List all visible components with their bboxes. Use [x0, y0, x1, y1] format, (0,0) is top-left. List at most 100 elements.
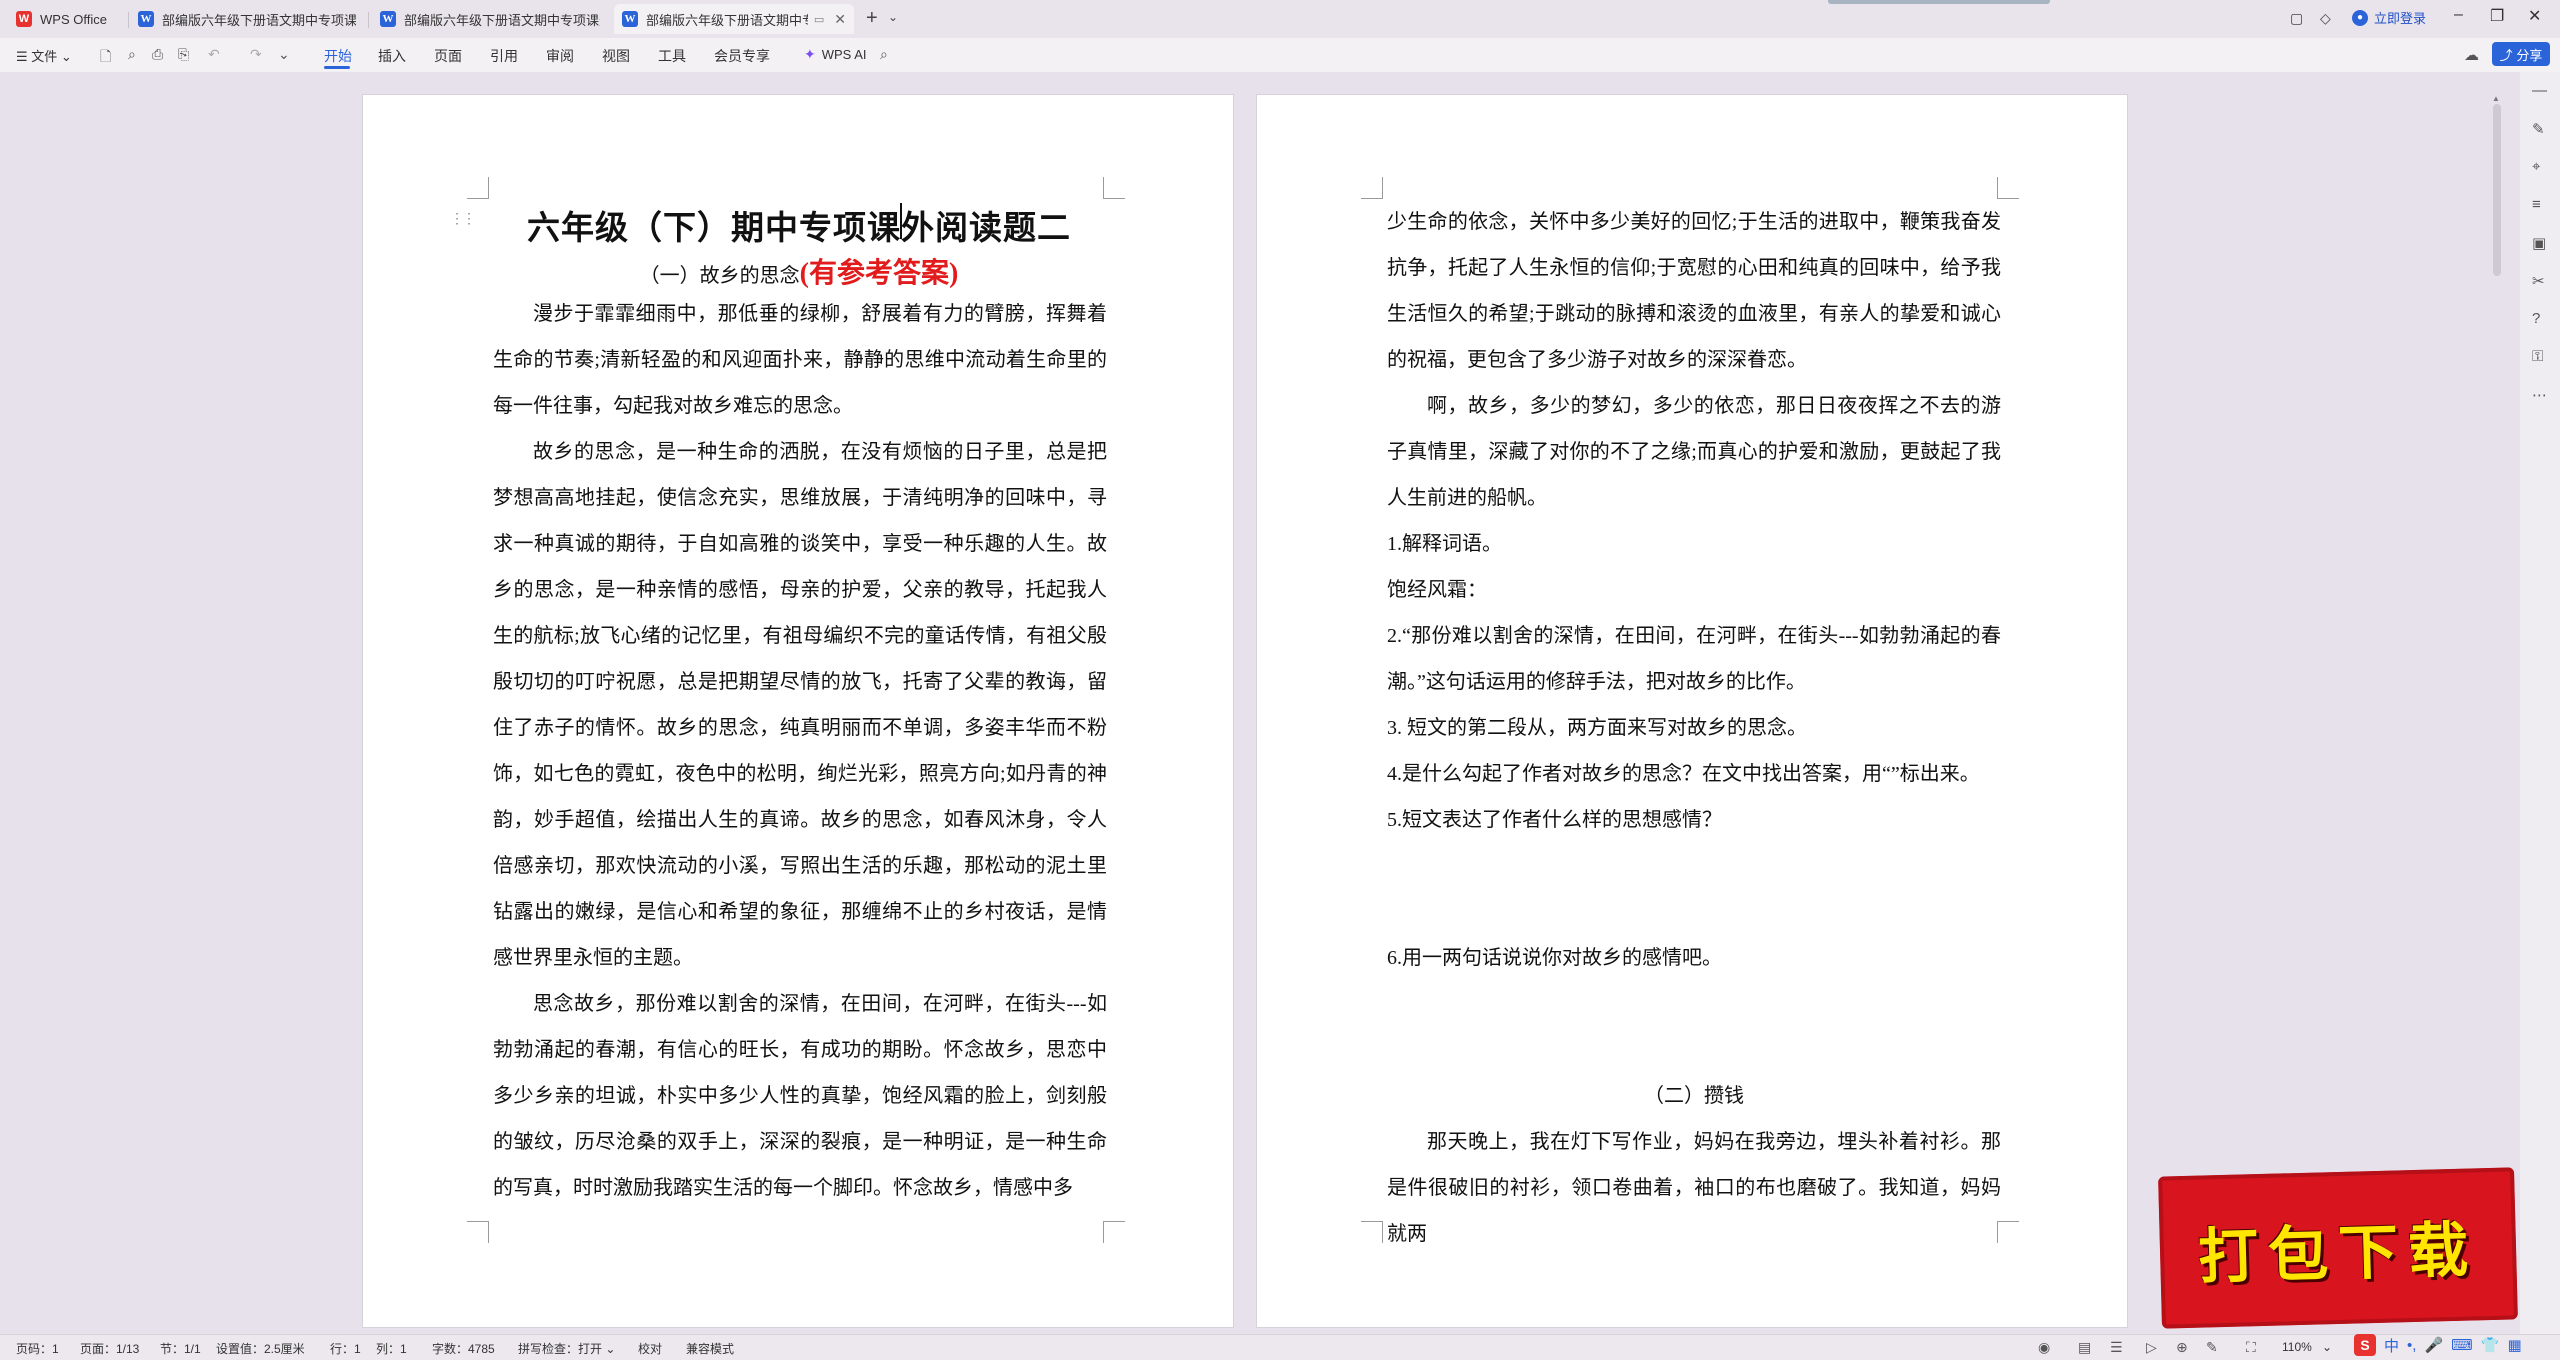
- section-heading[interactable]: （一）故乡的思念(有参考答案): [363, 251, 1235, 291]
- menu-member[interactable]: 会员专享: [714, 46, 770, 66]
- wps-logo-icon: W: [16, 11, 32, 27]
- minimize-icon[interactable]: –: [2454, 6, 2463, 24]
- crop-mark: [1361, 177, 1383, 199]
- share-icon: ⤴: [2499, 47, 2513, 63]
- redo-icon[interactable]: ↷: [250, 46, 262, 63]
- ime-mode-label: 中: [2384, 1337, 2400, 1355]
- file-menu-label: 文件: [31, 49, 58, 64]
- search-icon[interactable]: ⌕: [880, 46, 888, 63]
- keyboard-icon: ⌨: [2451, 1337, 2473, 1354]
- file-menu[interactable]: ☰ 文件 ⌄: [16, 46, 72, 65]
- fit-page-icon[interactable]: ⛶: [2246, 1339, 2256, 1356]
- gift-icon[interactable]: ⚿: [2532, 348, 2543, 365]
- edit-icon[interactable]: ✎: [2206, 1339, 2218, 1356]
- menu-review[interactable]: 审阅: [546, 46, 574, 66]
- question: 4.是什么勾起了作者对故乡的思念？在文中找出答案，用“”标出来。: [1387, 763, 1980, 785]
- question: 3. 短文的第二段从，两方面来写对故乡的思念。: [1387, 717, 1807, 739]
- status-proofread[interactable]: 校对: [638, 1340, 662, 1357]
- menu-references[interactable]: 引用: [490, 46, 518, 66]
- web-view-icon[interactable]: ⊕: [2176, 1339, 2188, 1356]
- document-title[interactable]: 六年级（下）期中专项课外阅读题二: [363, 201, 1235, 249]
- doc-icon: W: [622, 11, 638, 27]
- vertical-scrollbar[interactable]: [2493, 104, 2501, 276]
- menu-tools[interactable]: 工具: [658, 46, 686, 66]
- login-button[interactable]: ● 立即登录: [2352, 8, 2426, 27]
- question: 2.“那份难以割舍的深情，在田间，在河畔，在街头---如勃勃涌起的春潮。”这句话…: [1387, 625, 2001, 693]
- tab-divider: [128, 12, 129, 28]
- tab-document-1[interactable]: W 部编版六年级下册语文期中专项课外: [130, 4, 364, 34]
- title-tab-bar: W WPS Office W 部编版六年级下册语文期中专项课外 W 部编版六年级…: [0, 0, 2560, 38]
- print-preview-icon[interactable]: ⎘: [178, 46, 189, 63]
- scroll-up-arrow-icon[interactable]: ▲: [2492, 94, 2500, 103]
- body-text[interactable]: 漫步于霏霏细雨中，那低垂的绿柳，舒展着有力的臂膀，挥舞着生命的节奏;清新轻盈的和…: [493, 291, 1107, 1211]
- window-layout-icon[interactable]: ▢: [2290, 10, 2303, 27]
- image-icon[interactable]: ▣: [2532, 234, 2546, 252]
- download-banner[interactable]: 打包下载: [2158, 1167, 2518, 1329]
- print-icon[interactable]: ⎙: [152, 46, 163, 63]
- download-banner-text: 打包下载: [2197, 1214, 2480, 1293]
- tab-wps-office[interactable]: W WPS Office: [8, 4, 126, 34]
- paragraph: 那天晚上，我在灯下写作业，妈妈在我旁边，埋头补着衬衫。那是件很破旧的衬衫，领口卷…: [1387, 1131, 2001, 1245]
- question: 5.短文表达了作者什么样的思想感情？: [1387, 809, 1722, 831]
- outline-view-icon[interactable]: ☰: [2110, 1339, 2123, 1356]
- undo-icon[interactable]: ↶: [208, 46, 220, 63]
- chevron-down-icon[interactable]: ⌄: [278, 46, 290, 63]
- wps-ai-button[interactable]: ✦ WPS AI: [804, 46, 867, 63]
- avatar-icon: ●: [2352, 9, 2368, 26]
- share-button[interactable]: ⤴ 分享: [2492, 42, 2550, 66]
- login-label: 立即登录: [2374, 11, 2427, 26]
- more-icon[interactable]: ⋯: [2532, 386, 2547, 404]
- zoom-dropdown-icon[interactable]: ⌄: [2322, 1340, 2332, 1354]
- paragraph: 漫步于霏霏细雨中，那低垂的绿柳，舒展着有力的臂膀，挥舞着生命的节奏;清新轻盈的和…: [493, 303, 1107, 417]
- status-section[interactable]: 节：1/1: [160, 1340, 201, 1357]
- document-page-2[interactable]: 少生命的依念，关怀中多少美好的回忆;于生活的进取中，鞭策我奋发抗争，托起了人生永…: [1256, 94, 2128, 1328]
- crop-mark: [467, 1221, 489, 1243]
- status-spellcheck[interactable]: 拼写检查：打开 ⌄: [518, 1340, 615, 1357]
- new-doc-icon[interactable]: 🗋: [100, 46, 111, 70]
- punctuation-icon: •,: [2407, 1336, 2417, 1354]
- ribbon-menu-bar: ☰ 文件 ⌄ 🗋 ⌕ ⎙ ⎘ ↶ ↷ ⌄ 开始 插入 页面 引用 审阅 视图 工…: [0, 38, 2560, 72]
- document-page-1[interactable]: ⋮⋮ 六年级（下）期中专项课外阅读题二 （一）故乡的思念(有参考答案) 漫步于霏…: [362, 94, 1234, 1328]
- status-setting[interactable]: 设置值：2.5厘米: [216, 1340, 305, 1357]
- close-window-icon[interactable]: ✕: [2528, 6, 2541, 26]
- paragraph: 少生命的依念，关怀中多少美好的回忆;于生活的进取中，鞭策我奋发抗争，托起了人生永…: [1387, 211, 2001, 371]
- page-view-icon[interactable]: ▤: [2078, 1339, 2091, 1356]
- question: 饱经风霜：: [1387, 579, 1487, 601]
- share-label: 分享: [2516, 47, 2543, 63]
- question: 1.解释词语。: [1387, 533, 1502, 555]
- doc-icon: W: [138, 11, 154, 27]
- skin-icon: 👕: [2480, 1337, 2500, 1354]
- status-col: 列：1: [376, 1342, 407, 1356]
- eye-protect-icon[interactable]: ◉: [2038, 1339, 2050, 1356]
- tab-document-3[interactable]: W 部编版六年级下册语文期中专 ▭ ✕: [614, 4, 854, 34]
- collapse-icon[interactable]: —: [2532, 82, 2547, 99]
- status-word-count[interactable]: 字数：4785: [432, 1340, 495, 1357]
- new-tab-icon[interactable]: +: [866, 8, 878, 28]
- open-icon[interactable]: ⌕: [128, 46, 136, 63]
- settings-sliders-icon[interactable]: ≡: [2532, 196, 2541, 213]
- close-tab-icon[interactable]: ✕: [834, 11, 846, 28]
- cursor-select-icon[interactable]: ⌖: [2532, 158, 2540, 175]
- cube-icon[interactable]: ◇: [2320, 10, 2331, 27]
- crop-mark: [1103, 177, 1125, 199]
- tools-icon[interactable]: ✂: [2532, 272, 2545, 290]
- cloud-sync-icon[interactable]: ☁: [2464, 46, 2479, 64]
- menu-page[interactable]: 页面: [434, 46, 462, 66]
- menu-home[interactable]: 开始: [324, 46, 352, 66]
- status-page-number[interactable]: 页码：1: [16, 1340, 59, 1357]
- ime-toolbar[interactable]: S 中 •, 🎤 ⌨ 👕 ▦: [2354, 1330, 2560, 1360]
- help-icon[interactable]: ?: [2532, 310, 2540, 327]
- zoom-level[interactable]: 110%: [2282, 1340, 2312, 1354]
- sogou-ime-icon: S: [2354, 1334, 2376, 1356]
- question: 6.用一两句话说说你对故乡的感情吧。: [1387, 947, 1722, 969]
- menu-view[interactable]: 视图: [602, 46, 630, 66]
- play-icon[interactable]: ▷: [2146, 1339, 2157, 1356]
- pen-icon[interactable]: ✎: [2532, 120, 2545, 138]
- body-text[interactable]: 少生命的依念，关怀中多少美好的回忆;于生活的进取中，鞭策我奋发抗争，托起了人生永…: [1387, 199, 2001, 1257]
- menu-insert[interactable]: 插入: [378, 46, 406, 66]
- answer-space: [1387, 981, 2001, 1073]
- status-page-count[interactable]: 页面：1/13: [80, 1340, 139, 1357]
- tab-document-2[interactable]: W 部编版六年级下册语文期中专项课外: [372, 4, 608, 34]
- restore-icon[interactable]: ❐: [2490, 6, 2504, 26]
- chevron-down-icon[interactable]: ⌄: [888, 10, 898, 24]
